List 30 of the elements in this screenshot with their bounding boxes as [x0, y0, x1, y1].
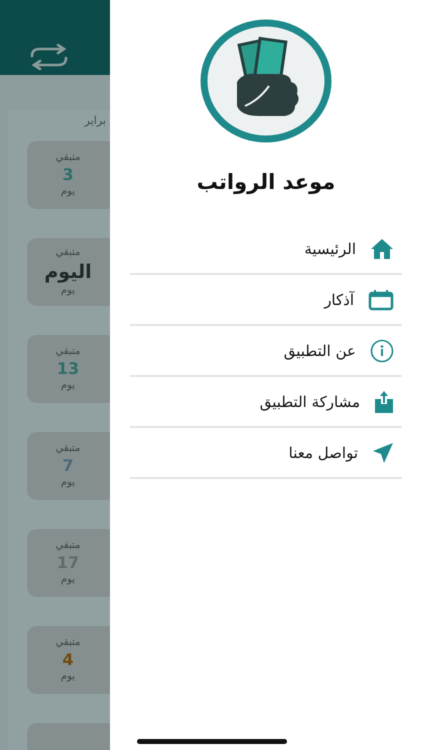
app-title: موعد الرواتب [196, 170, 336, 194]
days-value: 13 [56, 359, 80, 379]
unit-label: يوم [60, 476, 76, 490]
days-value: اليوم [44, 260, 92, 284]
days-value: 3 [62, 165, 74, 185]
unit-label: يوم [60, 284, 76, 298]
days-value: 4 [62, 650, 74, 670]
menu-item[interactable]: مشاركة التطبيق [130, 377, 402, 428]
unit-label: يوم [60, 185, 76, 199]
menu-item[interactable]: تواصل معنا [130, 428, 402, 479]
remaining-label: متبقي [56, 151, 80, 165]
home-icon [370, 238, 394, 260]
remaining-label: متبقي [56, 539, 80, 553]
remaining-label: متبقي [56, 345, 80, 359]
share-icon [374, 390, 394, 414]
swap-icon[interactable] [28, 44, 70, 70]
countdown-card[interactable]: متبقي اليوم يوم [27, 238, 110, 306]
remaining-label: متبقي [56, 442, 80, 456]
month-label: براير [84, 114, 106, 127]
info-icon [370, 338, 394, 362]
unit-label: يوم [60, 670, 76, 684]
menu-item[interactable]: عن التطبيق [130, 326, 402, 377]
remaining-label: متبقي [56, 246, 80, 260]
unit-label: يوم [60, 379, 76, 393]
remaining-label: متبقي [56, 636, 80, 650]
unit-label: يوم [60, 573, 76, 587]
send-icon [372, 442, 394, 464]
menu-item[interactable]: الرئيسية [130, 224, 402, 275]
menu-item[interactable]: آذكار [130, 275, 402, 326]
calendar-icon [368, 288, 394, 310]
